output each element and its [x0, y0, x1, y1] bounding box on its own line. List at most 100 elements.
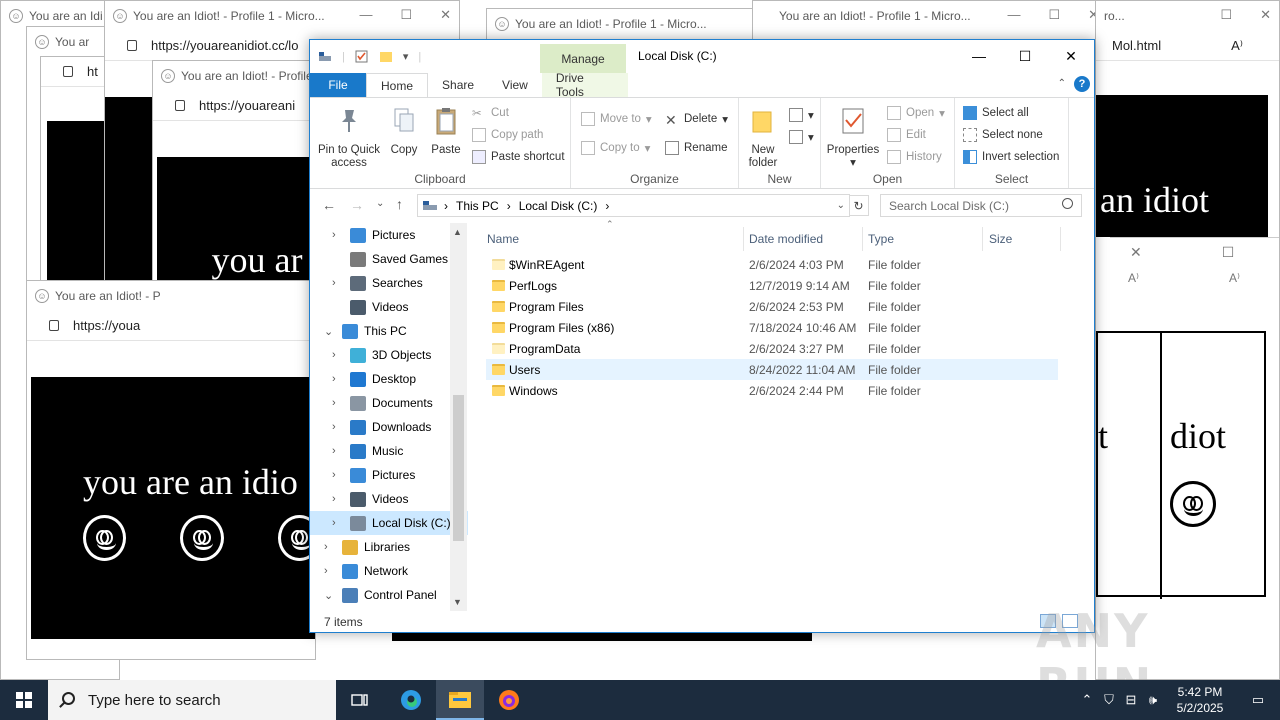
- nav-item[interactable]: Videos: [310, 295, 468, 319]
- close-icon[interactable]: ✕: [1260, 7, 1271, 23]
- select-none-button[interactable]: Select none: [963, 128, 1043, 142]
- chevron-right-icon[interactable]: ›: [332, 373, 336, 385]
- file-row[interactable]: ProgramData 2/6/2024 3:27 PM File folder: [486, 338, 1058, 359]
- chevron-right-icon[interactable]: ›: [332, 229, 336, 241]
- nav-scrollbar[interactable]: ▲ ▼: [450, 223, 467, 611]
- scroll-thumb[interactable]: [453, 395, 464, 541]
- maximize-icon[interactable]: ☐: [1048, 7, 1060, 23]
- file-row[interactable]: Windows 2/6/2024 2:44 PM File folder: [486, 380, 1058, 401]
- scroll-up-icon[interactable]: ▲: [453, 227, 462, 237]
- move-to-button[interactable]: Move to ▾: [581, 112, 652, 126]
- forward-arrow-icon[interactable]: →: [350, 197, 364, 213]
- nav-item[interactable]: › Local Disk (C:): [310, 511, 468, 535]
- title-bar[interactable]: | ▾ | Manage Local Disk (C:) — ☐ ✕: [310, 40, 1094, 73]
- maximize-button[interactable]: ☐: [1002, 40, 1048, 72]
- nav-item[interactable]: ⌄ This PC: [310, 319, 468, 343]
- chevron-up-icon[interactable]: ⌃: [1076, 692, 1098, 708]
- maximize-icon[interactable]: ☐: [1222, 244, 1235, 261]
- cut-button[interactable]: ✂ Cut: [472, 106, 509, 120]
- chevron-down-icon[interactable]: ▾: [403, 50, 409, 63]
- paste-button[interactable]: Paste: [426, 106, 466, 157]
- copy-button[interactable]: Copy: [386, 106, 422, 157]
- address-bar[interactable]: https://youa: [73, 318, 140, 333]
- maximize-icon[interactable]: ☐: [1220, 7, 1232, 23]
- address-bar[interactable]: https://youareani: [199, 98, 295, 113]
- edit-button[interactable]: Edit: [887, 128, 926, 142]
- nav-item[interactable]: › Desktop: [310, 367, 468, 391]
- nav-item[interactable]: › Music: [310, 439, 468, 463]
- file-row[interactable]: Program Files 2/6/2024 2:53 PM File folder: [486, 296, 1058, 317]
- open-button[interactable]: Open ▾: [887, 106, 945, 120]
- nav-item[interactable]: › Pictures: [310, 223, 468, 247]
- nav-item[interactable]: ⌄ Control Panel: [310, 583, 468, 607]
- minimize-icon[interactable]: —: [1007, 7, 1020, 23]
- file-row[interactable]: PerfLogs 12/7/2019 9:14 AM File folder: [486, 275, 1058, 296]
- task-view-button[interactable]: [336, 680, 384, 720]
- rename-button[interactable]: Rename: [665, 141, 727, 155]
- nav-item[interactable]: › Documents: [310, 391, 468, 415]
- chevron-right-icon[interactable]: ›: [332, 349, 336, 361]
- select-all-button[interactable]: Select all: [963, 106, 1029, 120]
- chevron-right-icon[interactable]: ›: [332, 469, 336, 481]
- column-date-modified[interactable]: Date modified: [749, 227, 823, 251]
- maximize-icon[interactable]: ☐: [400, 7, 412, 23]
- new-folder-icon[interactable]: [379, 50, 393, 63]
- close-button[interactable]: ✕: [1048, 40, 1094, 72]
- pin-quick-access-button[interactable]: Pin to Quick access: [314, 106, 384, 170]
- properties-button[interactable]: Properties ▾: [825, 106, 881, 170]
- nav-item[interactable]: › Searches: [310, 271, 468, 295]
- tab-home[interactable]: Home: [366, 73, 429, 97]
- nav-item[interactable]: › Network: [310, 559, 468, 583]
- file-row[interactable]: Program Files (x86) 7/18/2024 10:46 AM Fil…: [486, 317, 1058, 338]
- close-icon[interactable]: ✕: [440, 7, 451, 23]
- taskbar-search[interactable]: Type here to search: [48, 680, 336, 720]
- up-arrow-icon[interactable]: ↑: [396, 196, 403, 212]
- easy-access-button[interactable]: ▾: [789, 130, 814, 144]
- copy-to-button[interactable]: Copy to ▾: [581, 141, 650, 155]
- chevron-right-icon[interactable]: ›: [332, 277, 336, 289]
- file-list[interactable]: ⌃ Name Date modified Type Size $WinREAge…: [478, 219, 1094, 611]
- properties-icon[interactable]: [355, 50, 369, 63]
- file-explorer-taskbar-button[interactable]: [436, 680, 484, 720]
- column-type[interactable]: Type: [868, 227, 894, 251]
- file-row[interactable]: Users 8/24/2022 11:04 AM File folder: [486, 359, 1058, 380]
- address-bar[interactable]: https://youareanidiot.cc/lo: [151, 38, 298, 53]
- help-icon[interactable]: ?: [1074, 76, 1090, 92]
- recent-locations-icon[interactable]: ⌄: [376, 198, 384, 209]
- edge-taskbar-button[interactable]: [387, 680, 435, 720]
- search-input[interactable]: Search Local Disk (C:): [880, 194, 1082, 217]
- file-row[interactable]: $WinREAgent 2/6/2024 4:03 PM File folder: [486, 254, 1058, 275]
- chevron-right-icon[interactable]: ›: [324, 541, 328, 553]
- chevron-right-icon[interactable]: ›: [332, 421, 336, 433]
- chevron-down-icon[interactable]: ⌄: [324, 589, 333, 602]
- breadcrumb-local-disk[interactable]: Local Disk (C:): [519, 199, 598, 213]
- nav-item[interactable]: › Downloads: [310, 415, 468, 439]
- chevron-right-icon[interactable]: ›: [324, 565, 328, 577]
- tab-manage[interactable]: Manage: [540, 44, 626, 73]
- chevron-right-icon[interactable]: ›: [332, 445, 336, 457]
- chevron-right-icon[interactable]: ›: [332, 493, 336, 505]
- invert-selection-button[interactable]: Invert selection: [963, 150, 1059, 164]
- scroll-down-icon[interactable]: ▼: [453, 597, 462, 607]
- nav-item[interactable]: › Pictures: [310, 463, 468, 487]
- defender-icon[interactable]: ⛉: [1098, 692, 1120, 708]
- minimize-icon[interactable]: —: [359, 7, 372, 23]
- refresh-icon[interactable]: ↻: [849, 195, 869, 216]
- read-aloud-icon[interactable]: A⁾: [1231, 38, 1243, 54]
- start-button[interactable]: [0, 680, 48, 720]
- nav-item[interactable]: › Videos: [310, 487, 468, 511]
- network-icon[interactable]: ⊟: [1120, 692, 1142, 708]
- minimize-button[interactable]: —: [956, 40, 1002, 72]
- tab-view[interactable]: View: [488, 73, 542, 97]
- nav-item[interactable]: › Libraries: [310, 535, 468, 559]
- chevron-right-icon[interactable]: ›: [332, 517, 336, 529]
- chevron-right-icon[interactable]: ›: [332, 397, 336, 409]
- nav-item[interactable]: Saved Games: [310, 247, 468, 271]
- chevron-up-icon[interactable]: ⌃: [1058, 78, 1066, 89]
- address-bar[interactable]: ht: [87, 64, 98, 79]
- notifications-icon[interactable]: ▭: [1236, 692, 1280, 708]
- chevron-down-icon[interactable]: ⌄: [324, 325, 333, 338]
- close-icon[interactable]: ✕: [1130, 244, 1142, 261]
- history-button[interactable]: History: [887, 150, 942, 164]
- column-size[interactable]: Size: [989, 227, 1012, 251]
